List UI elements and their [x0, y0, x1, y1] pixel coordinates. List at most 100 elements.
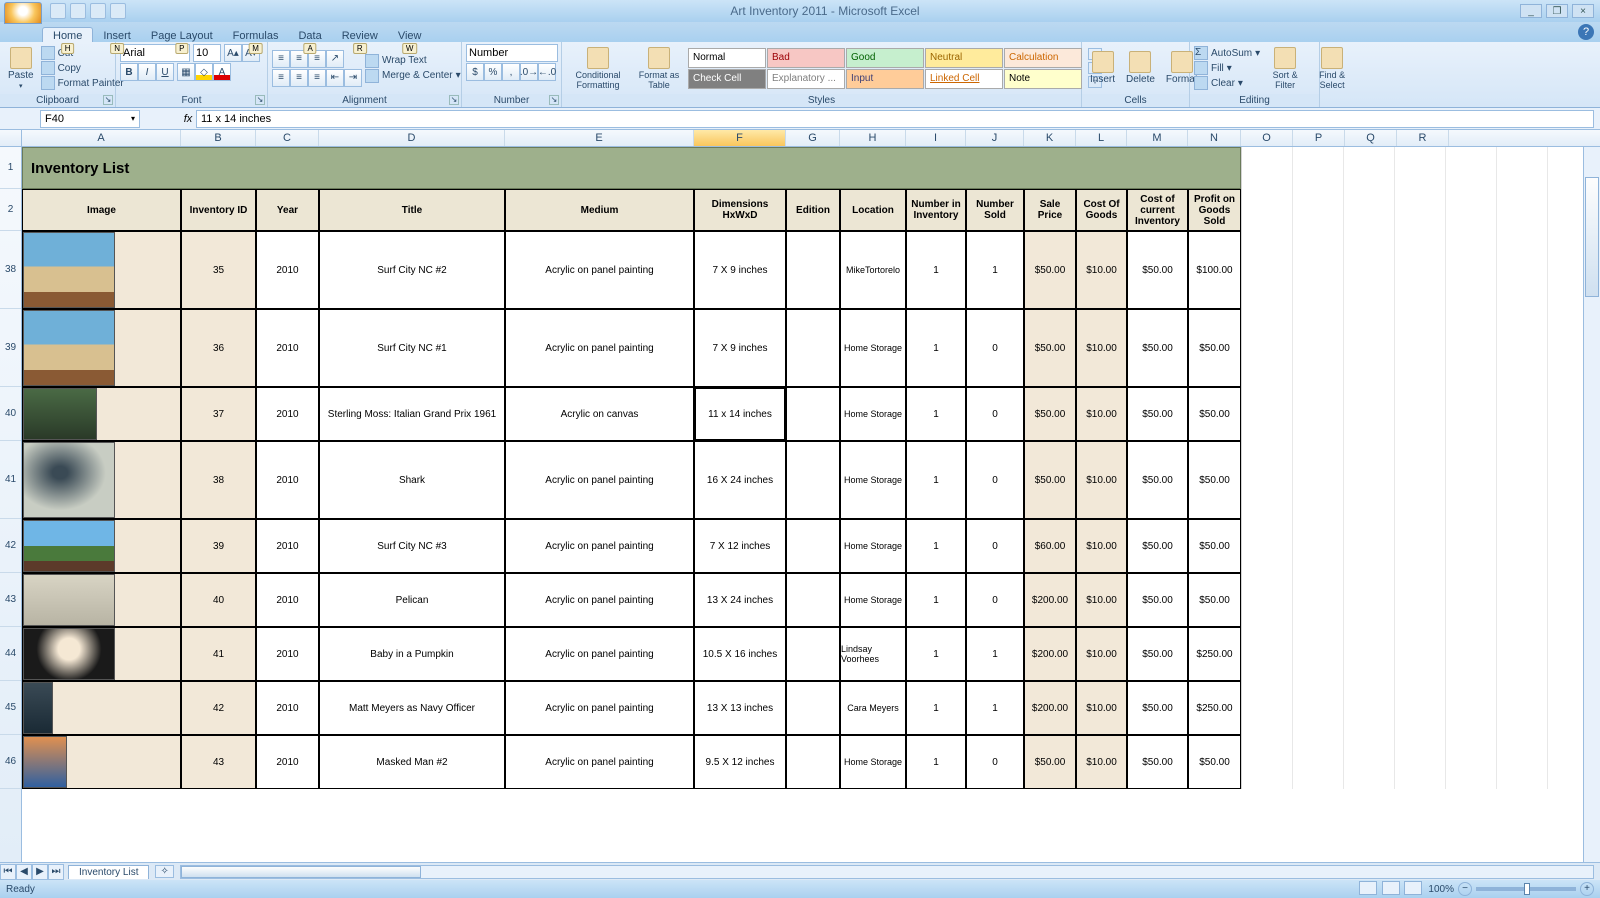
bold-button[interactable]: B [120, 63, 138, 81]
col-header-H[interactable]: H [840, 130, 906, 146]
increase-indent-button[interactable]: ⇥ [344, 69, 362, 87]
table-row[interactable]: 432010Masked Man #2Acrylic on panel pain… [22, 735, 1241, 789]
help-icon[interactable]: ? [1578, 24, 1594, 40]
tab-formulas[interactable]: FormulasM [223, 28, 289, 42]
autosum-button[interactable]: ΣAutoSum ▾ [1194, 46, 1260, 60]
close-button[interactable]: × [1572, 4, 1594, 18]
col-header-I[interactable]: I [906, 130, 966, 146]
decrease-indent-button[interactable]: ⇤ [326, 69, 344, 87]
zoom-in-button[interactable]: + [1580, 882, 1594, 896]
vertical-scrollbar[interactable] [1583, 147, 1600, 864]
col-header-L[interactable]: L [1076, 130, 1127, 146]
style-linked-cell[interactable]: Linked Cell [925, 69, 1003, 89]
orientation-button[interactable]: ↗ [326, 50, 344, 68]
zoom-slider[interactable] [1476, 887, 1576, 891]
tab-insert[interactable]: InsertN [93, 28, 141, 42]
delete-cells-button[interactable]: Delete [1122, 49, 1159, 87]
name-box[interactable]: F40▾ [40, 110, 140, 128]
row-header-46[interactable]: 46 [0, 735, 21, 789]
sheet-nav-first-icon[interactable]: ⏮ [0, 864, 16, 880]
spreadsheet-grid[interactable]: Inventory List ImageInventory IDYearTitl… [22, 147, 1600, 864]
col-header-E[interactable]: E [505, 130, 694, 146]
col-header-B[interactable]: B [181, 130, 256, 146]
sheet-nav-last-icon[interactable]: ⏭ [48, 864, 64, 880]
col-header-P[interactable]: P [1293, 130, 1345, 146]
style-input[interactable]: Input [846, 69, 924, 89]
normal-view-icon[interactable] [1359, 881, 1377, 895]
col-header-F[interactable]: F [694, 130, 786, 146]
table-row[interactable]: 372010Sterling Moss: Italian Grand Prix … [22, 387, 1241, 441]
decrease-decimal-button[interactable]: ←.0 [538, 63, 556, 81]
fill-color-button[interactable]: ◇ [195, 63, 213, 81]
table-row[interactable]: 422010Matt Meyers as Navy OfficerAcrylic… [22, 681, 1241, 735]
style-note[interactable]: Note [1004, 69, 1082, 89]
tab-view[interactable]: ViewW [388, 28, 432, 42]
sheet-nav-next-icon[interactable]: ▶ [32, 864, 48, 880]
row-header-2[interactable]: 2 [0, 189, 21, 231]
copy-button[interactable]: Copy [41, 61, 124, 75]
row-header-1[interactable]: 1 [0, 147, 21, 189]
table-row[interactable]: 402010PelicanAcrylic on panel painting13… [22, 573, 1241, 627]
number-format-combo[interactable] [466, 44, 558, 62]
horizontal-scrollbar[interactable] [180, 865, 1594, 879]
font-size-combo[interactable] [193, 44, 221, 62]
tab-home[interactable]: HomeH [42, 27, 93, 42]
table-row[interactable]: 382010SharkAcrylic on panel painting16 X… [22, 441, 1241, 519]
page-layout-view-icon[interactable] [1382, 881, 1400, 895]
sort-filter-button[interactable]: Sort & Filter [1263, 45, 1307, 92]
col-header-G[interactable]: G [786, 130, 840, 146]
font-dialog-icon[interactable]: ↘ [255, 95, 265, 105]
border-button[interactable]: ▦ [177, 63, 195, 81]
office-button[interactable] [4, 2, 42, 24]
sheet-nav-prev-icon[interactable]: ◀ [16, 864, 32, 880]
sheet-tab[interactable]: Inventory List [68, 865, 149, 879]
paste-button[interactable]: Paste▾ [4, 45, 38, 92]
align-left-button[interactable]: ≡ [272, 69, 290, 87]
align-center-button[interactable]: ≡ [290, 69, 308, 87]
number-dialog-icon[interactable]: ↘ [549, 95, 559, 105]
col-header-N[interactable]: N [1188, 130, 1241, 146]
new-sheet-icon[interactable]: ✧ [155, 865, 173, 878]
style-calculation[interactable]: Calculation [1004, 48, 1082, 68]
grow-font-button[interactable]: A▴ [224, 44, 242, 62]
col-header-D[interactable]: D [319, 130, 505, 146]
table-row[interactable]: 362010Surf City NC #1Acrylic on panel pa… [22, 309, 1241, 387]
insert-cells-button[interactable]: Insert [1086, 49, 1119, 87]
align-top-button[interactable]: ≡ [272, 50, 290, 68]
fill-button[interactable]: Fill ▾ [1194, 61, 1260, 75]
col-header-C[interactable]: C [256, 130, 319, 146]
col-header-O[interactable]: O [1241, 130, 1293, 146]
row-header-40[interactable]: 40 [0, 387, 21, 441]
italic-button[interactable]: I [138, 63, 156, 81]
row-header-42[interactable]: 42 [0, 519, 21, 573]
row-header-43[interactable]: 43 [0, 573, 21, 627]
font-color-button[interactable]: A [213, 63, 231, 81]
wrap-text-button[interactable]: Wrap Text [365, 54, 461, 68]
col-header-Q[interactable]: Q [1345, 130, 1397, 146]
row-header-39[interactable]: 39 [0, 309, 21, 387]
qat-save-icon[interactable] [50, 3, 66, 19]
qat-redo-icon[interactable] [90, 3, 106, 19]
style-explanatory-[interactable]: Explanatory ... [767, 69, 845, 89]
tab-data[interactable]: DataA [288, 28, 331, 42]
row-header-44[interactable]: 44 [0, 627, 21, 681]
col-header-A[interactable]: A [22, 130, 181, 146]
align-right-button[interactable]: ≡ [308, 69, 326, 87]
row-header-45[interactable]: 45 [0, 681, 21, 735]
qat-more-icon[interactable] [110, 3, 126, 19]
style-normal[interactable]: Normal [688, 48, 766, 68]
percent-format-button[interactable]: % [484, 63, 502, 81]
qat-undo-icon[interactable] [70, 3, 86, 19]
style-good[interactable]: Good [846, 48, 924, 68]
col-header-M[interactable]: M [1127, 130, 1188, 146]
find-select-button[interactable]: Find & Select [1310, 45, 1354, 92]
zoom-level[interactable]: 100% [1428, 884, 1454, 895]
style-bad[interactable]: Bad [767, 48, 845, 68]
col-header-J[interactable]: J [966, 130, 1024, 146]
style-check-cell[interactable]: Check Cell [688, 69, 766, 89]
accounting-format-button[interactable]: $ [466, 63, 484, 81]
underline-button[interactable]: U [156, 63, 174, 81]
row-header-38[interactable]: 38 [0, 231, 21, 309]
format-painter-button[interactable]: Format Painter [41, 76, 124, 90]
col-header-R[interactable]: R [1397, 130, 1449, 146]
